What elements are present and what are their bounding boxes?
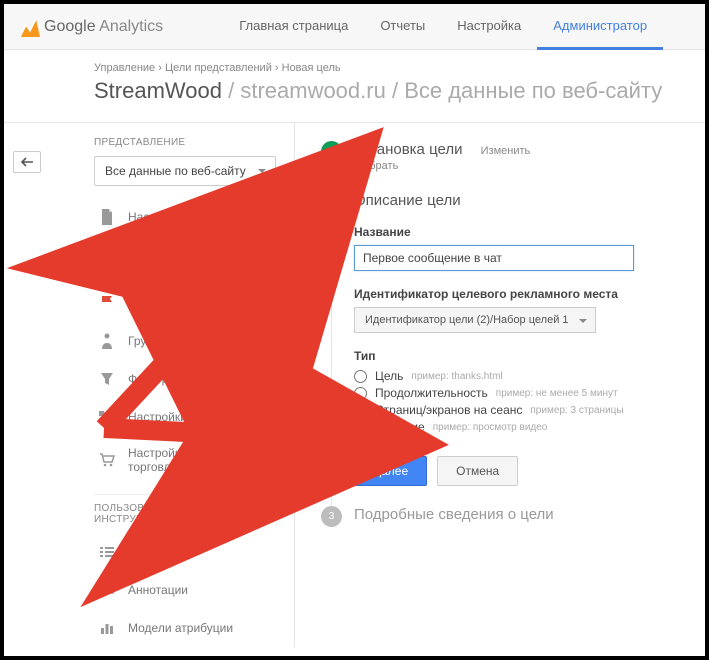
nav-customization[interactable]: Настройка xyxy=(441,4,537,50)
type-label: Тип xyxy=(354,349,687,363)
slot-label: Идентификатор целевого рекламного места xyxy=(354,287,687,301)
sidebar-item-label: Модели атрибуции xyxy=(128,621,233,635)
users-icon xyxy=(98,251,116,269)
person-tree-icon xyxy=(98,332,116,350)
flag-icon xyxy=(98,294,116,312)
section-view-label: ПРЕДСТАВЛЕНИЕ xyxy=(94,137,276,148)
next-button[interactable]: Далее xyxy=(354,456,427,486)
document-icon xyxy=(98,208,116,226)
channel-icon xyxy=(98,408,116,426)
nav-home[interactable]: Главная страница xyxy=(223,4,364,50)
sidebar-item-label: Цели xyxy=(128,296,157,310)
sidebar-item-label: Аннотации xyxy=(128,583,188,597)
type-pages-hint: пример: 3 страницы xyxy=(530,405,623,416)
sidebar-item-ecommerce[interactable]: Настройки электронной торговли xyxy=(94,436,276,484)
sidebar-item-segments[interactable]: Сегменты xyxy=(94,533,276,571)
sidebar-item-annotations[interactable]: Аннотации xyxy=(94,571,276,609)
type-event-radio[interactable] xyxy=(354,421,367,434)
type-event-label: Событие xyxy=(375,420,425,434)
type-event-hint: пример: просмотр видео xyxy=(433,422,548,433)
bars-icon xyxy=(98,619,116,637)
sidebar-item-label: Фильтры xyxy=(128,372,177,386)
segments-icon xyxy=(98,543,116,561)
sidebar-item-label: Группы контента xyxy=(128,334,221,348)
ga-logo-icon xyxy=(20,17,40,37)
type-pages-radio[interactable] xyxy=(354,404,367,417)
type-destination-hint: пример: thanks.html xyxy=(411,371,502,382)
title-view: Все данные по веб-сайту xyxy=(404,78,662,103)
step1-title: Установка цели xyxy=(354,141,462,158)
type-duration-radio[interactable] xyxy=(354,387,367,400)
funnel-icon xyxy=(98,370,116,388)
breadcrumb: Управление › Цели представлений › Новая … xyxy=(4,50,705,74)
crumb-a[interactable]: Управление xyxy=(94,62,155,74)
sidebar-item-label: Настройки канала xyxy=(128,410,229,424)
sidebar-item-filters[interactable]: Фильтры xyxy=(94,360,276,398)
arrow-left-icon xyxy=(20,157,34,167)
sidebar-item-attribution[interactable]: Модели атрибуции xyxy=(94,609,276,647)
sidebar-item-label: Управление пользователями xyxy=(128,246,276,274)
title-property: streamwood.ru xyxy=(240,78,386,103)
sidebar-item-goals[interactable]: Цели xyxy=(94,284,276,322)
step2-badge: 2 xyxy=(321,192,342,213)
section-tools-label: ПОЛЬЗОВАТЕЛЬСКИЕ ИНСТРУМЕНТЫ И ОБЪЕКТЫ xyxy=(94,503,276,525)
nav-admin[interactable]: Администратор xyxy=(537,4,663,50)
title-account: StreamWood xyxy=(94,78,222,103)
cart-icon xyxy=(98,451,116,469)
goal-name-input[interactable] xyxy=(354,245,634,271)
step3-title: Подробные сведения о цели xyxy=(354,506,687,523)
logo: Google Analytics xyxy=(20,17,163,37)
annotation-icon xyxy=(98,581,116,599)
step1-choose: Выбрать xyxy=(354,160,687,172)
sidebar-item-content-groups[interactable]: Группы контента xyxy=(94,322,276,360)
view-dropdown[interactable]: Все данные по веб-сайту xyxy=(94,156,276,186)
back-button[interactable] xyxy=(13,151,41,173)
type-destination-label: Цель xyxy=(375,369,403,383)
sidebar-item-label: Настройки представления xyxy=(128,210,274,224)
step3-badge: 3 xyxy=(321,506,342,527)
name-label: Название xyxy=(354,225,687,239)
page-title: StreamWood / streamwood.ru / Все данные … xyxy=(4,74,705,122)
type-duration-hint: пример: не менее 5 минут xyxy=(496,388,618,399)
sidebar-item-label: Настройки электронной торговли xyxy=(128,446,276,474)
crumb-c: Новая цель xyxy=(282,62,341,74)
step2-title: Описание цели xyxy=(354,192,687,209)
sidebar-item-view-settings[interactable]: Настройки представления xyxy=(94,198,276,236)
step1-badge xyxy=(321,141,342,162)
sidebar-item-label: Сегменты xyxy=(128,545,183,559)
logo-analytics: Analytics xyxy=(99,18,163,35)
cancel-button[interactable]: Отмена xyxy=(437,456,518,486)
logo-google: Google xyxy=(44,18,96,35)
crumb-b[interactable]: Цели представлений xyxy=(165,62,272,74)
sidebar-item-channel-settings[interactable]: Настройки канала xyxy=(94,398,276,436)
step1-change-link[interactable]: Изменить xyxy=(481,145,531,157)
nav-reports[interactable]: Отчеты xyxy=(364,4,441,50)
goal-slot-select[interactable]: Идентификатор цели (2)/Набор целей 1 xyxy=(354,307,596,333)
sidebar-item-user-mgmt[interactable]: Управление пользователями xyxy=(94,236,276,284)
check-icon xyxy=(326,146,338,158)
type-pages-label: Страниц/экранов на сеанс xyxy=(375,403,522,417)
type-destination-radio[interactable] xyxy=(354,370,367,383)
type-duration-label: Продолжительность xyxy=(375,386,488,400)
